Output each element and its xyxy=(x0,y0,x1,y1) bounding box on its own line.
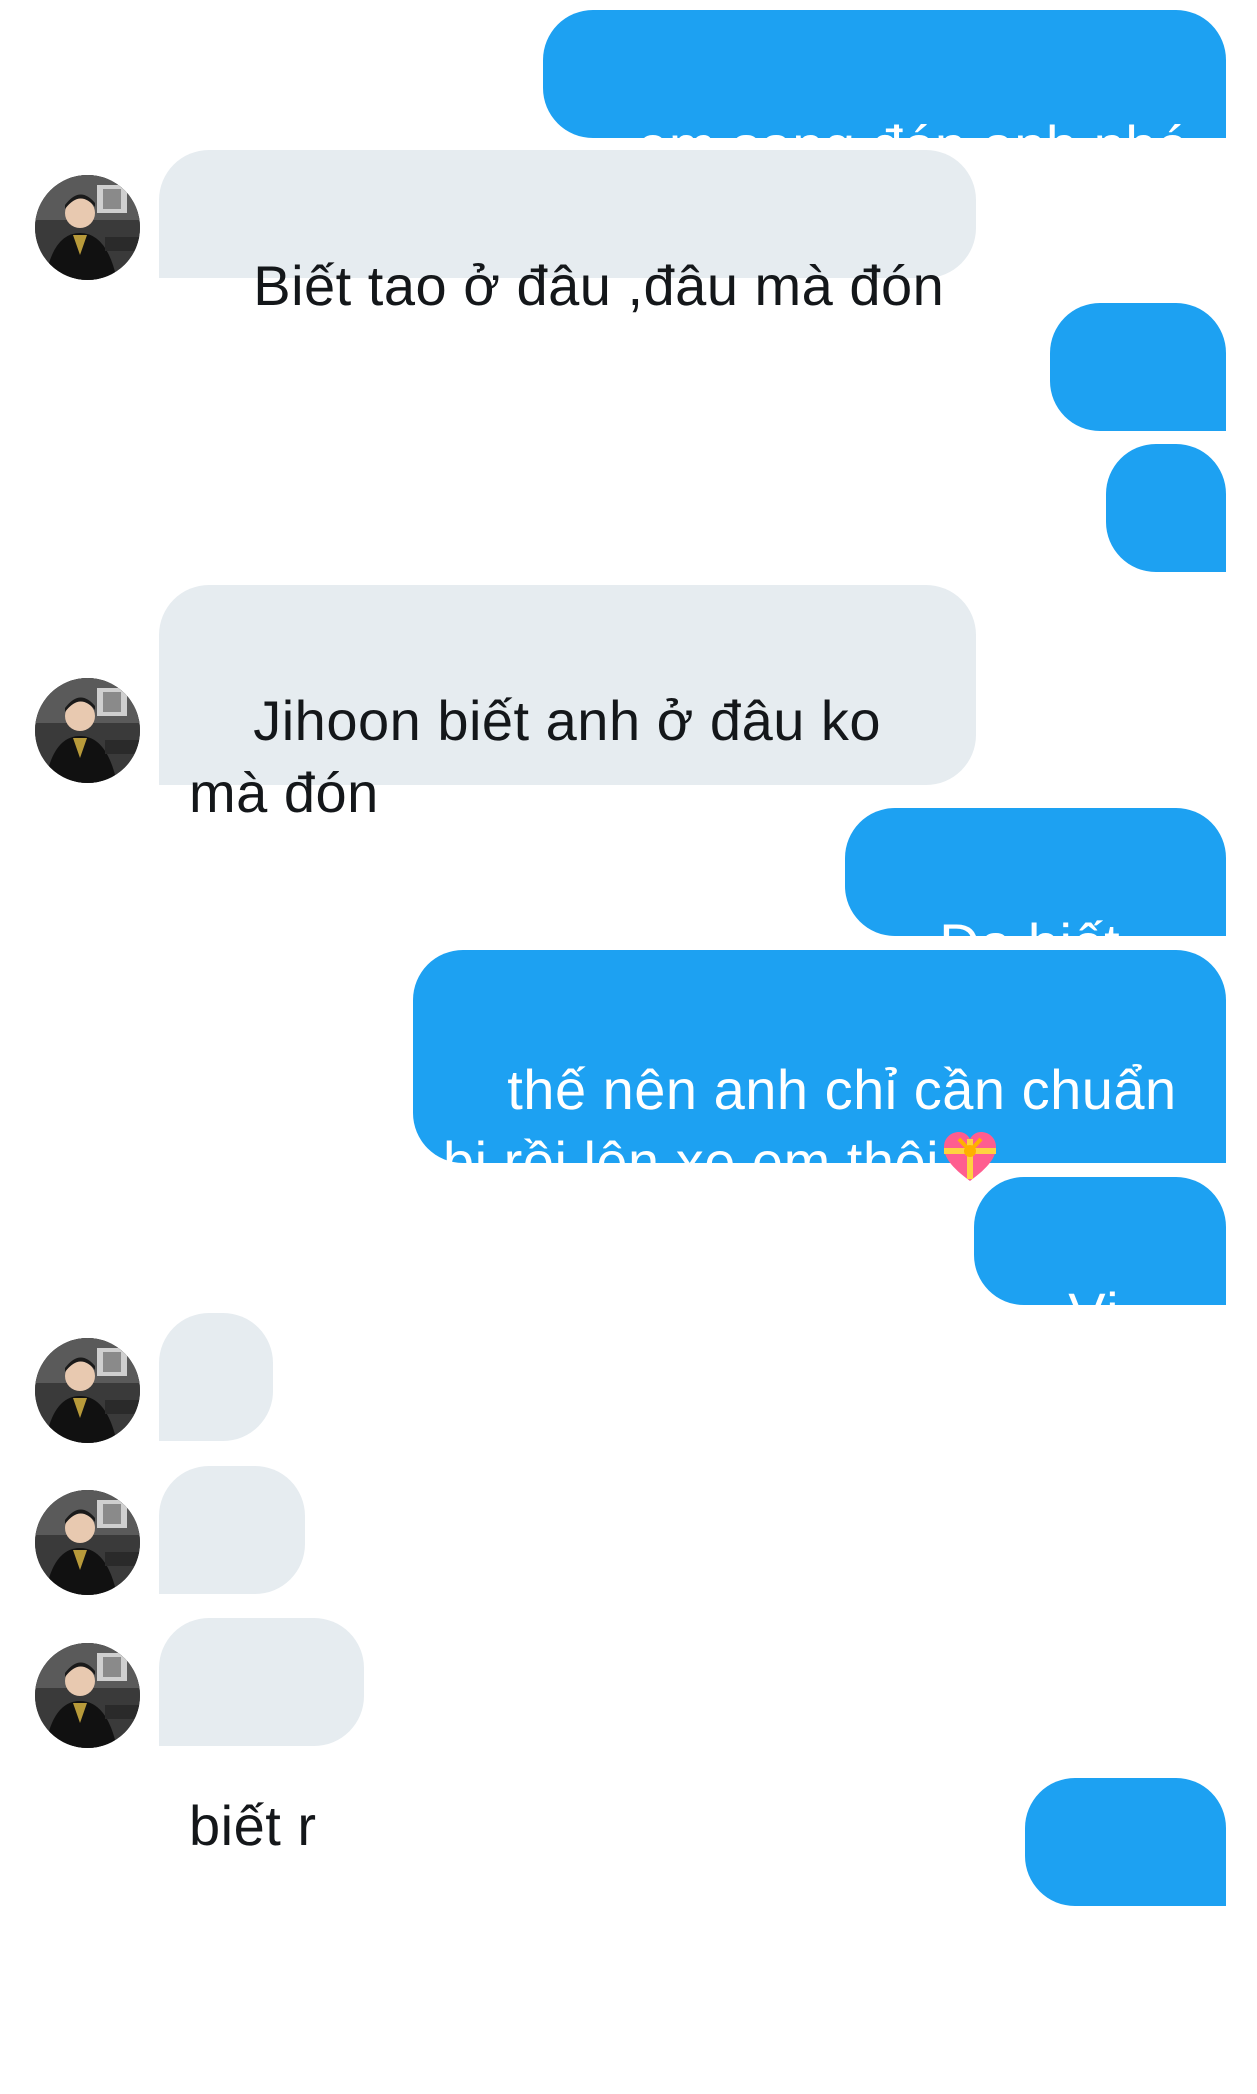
contact-avatar[interactable] xyxy=(35,1490,140,1595)
contact-avatar[interactable] xyxy=(35,175,140,280)
message-text: Jihoon biết anh ở đâu ko mà đón xyxy=(189,689,882,824)
contact-avatar[interactable] xyxy=(35,678,140,783)
avatar-photo-icon xyxy=(35,175,140,280)
message-text: nae~ xyxy=(1055,1954,1184,2017)
contact-avatar[interactable] xyxy=(35,1338,140,1443)
received-message-bubble[interactable]: biết r xyxy=(159,1618,364,1857)
sent-message-bubble[interactable]: ?? xyxy=(1106,444,1226,683)
contact-avatar[interactable] xyxy=(35,1643,140,1748)
avatar-photo-icon xyxy=(35,1490,140,1595)
received-message-bubble[interactable]: ... xyxy=(159,1313,273,1552)
conversation-thread[interactable]: em sang đón anh nhé Biết tao ở đâu ,đâu … xyxy=(0,0,1257,2017)
avatar-photo-icon xyxy=(35,1643,140,1748)
sent-message-bubble[interactable]: hả ? xyxy=(1050,303,1226,542)
received-message-bubble[interactable]: Jihoon biết anh ở đâu ko mà đón xyxy=(159,585,976,824)
message-text: thế nên anh chỉ cần chuẩn bị rồi lên xe … xyxy=(443,1058,1177,1193)
sent-message-bubble[interactable]: nae~ xyxy=(1025,1778,1226,2017)
sent-message-bubble[interactable]: Vị nhé xyxy=(974,1177,1226,1416)
message-text: biết r xyxy=(189,1794,317,1857)
avatar-photo-icon xyxy=(35,1338,140,1443)
received-message-bubble[interactable]: um xyxy=(159,1466,305,1705)
received-message-bubble[interactable]: Biết tao ở đâu ,đâu mà đón xyxy=(159,150,976,317)
avatar-photo-icon xyxy=(35,678,140,783)
message-text: Biết tao ở đâu ,đâu mà đón xyxy=(253,254,945,317)
message-text: ?? xyxy=(1136,620,1200,683)
message-text: Vị nhé xyxy=(1004,1281,1136,1416)
sent-message-bubble[interactable]: em sang đón anh nhé xyxy=(543,10,1226,177)
sent-message-bubble[interactable]: Dạ biết chứ xyxy=(845,808,1226,1047)
sent-message-bubble[interactable]: thế nên anh chỉ cần chuẩn bị rồi lên xe … xyxy=(413,950,1226,1193)
